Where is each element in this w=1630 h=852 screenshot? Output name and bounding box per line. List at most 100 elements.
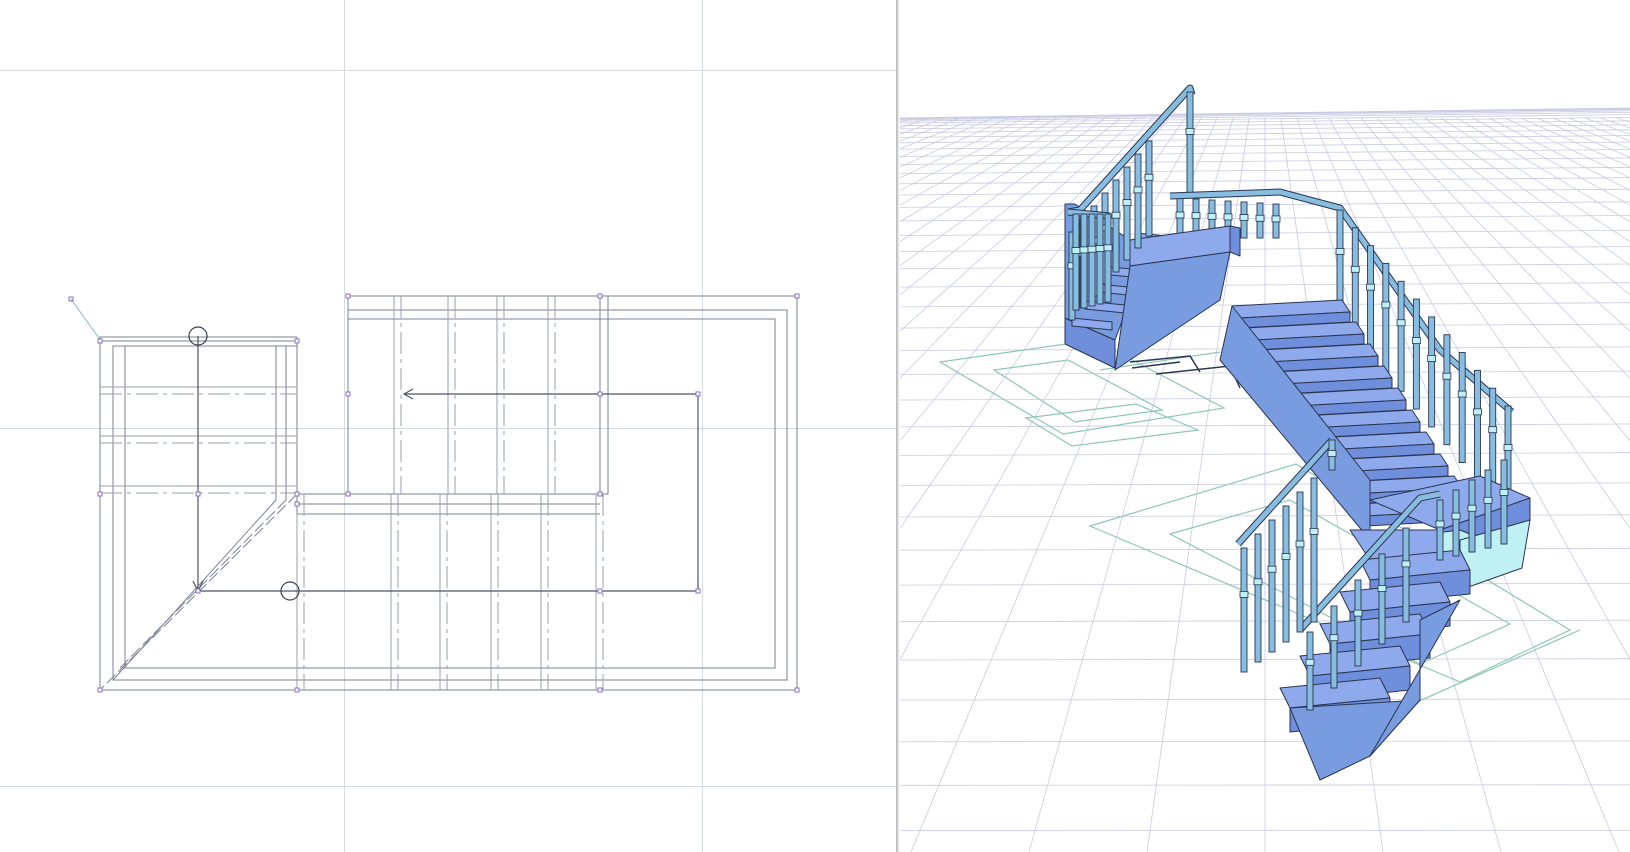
baluster-collar xyxy=(1411,337,1421,344)
vertex-handle[interactable] xyxy=(695,588,701,594)
baluster-collar xyxy=(1327,450,1337,457)
vertex-handle[interactable] xyxy=(597,391,603,397)
vertex-handle[interactable] xyxy=(195,588,201,594)
baluster-collar xyxy=(1144,173,1154,181)
baluster xyxy=(1468,479,1476,553)
grid-line xyxy=(900,109,1630,120)
baluster xyxy=(1240,547,1248,673)
vertex-handle[interactable] xyxy=(294,687,300,693)
baluster-collar xyxy=(1111,211,1121,219)
baluster xyxy=(1123,166,1131,261)
baluster-collar xyxy=(1451,512,1461,520)
treads-upper xyxy=(393,296,556,494)
baluster xyxy=(1428,316,1436,428)
baluster xyxy=(1367,245,1374,357)
baluster xyxy=(1310,477,1318,623)
vertex-handle[interactable] xyxy=(597,491,603,497)
baluster xyxy=(1452,489,1460,557)
baluster xyxy=(1500,459,1508,545)
baluster-collar xyxy=(1267,565,1277,573)
baluster-collar xyxy=(1305,658,1315,666)
baluster-collar xyxy=(1366,283,1375,291)
baluster xyxy=(1458,352,1466,463)
grid-line xyxy=(1552,117,1630,150)
baluster-collar xyxy=(1239,214,1249,222)
baluster-collar xyxy=(1442,372,1452,380)
baluster-collar xyxy=(1185,127,1195,135)
baluster xyxy=(1443,334,1451,446)
grid-line xyxy=(1616,117,1630,123)
baluster xyxy=(1186,91,1194,197)
view3d-canvas[interactable] xyxy=(900,0,1630,852)
vertex-handle[interactable] xyxy=(597,687,603,693)
vertex-handle[interactable] xyxy=(294,338,300,344)
baluster xyxy=(1268,519,1276,653)
baluster xyxy=(1296,491,1304,633)
vertex-handle[interactable] xyxy=(695,391,701,397)
treads-lower xyxy=(296,494,604,690)
vertex-handle[interactable] xyxy=(345,293,351,299)
baluster xyxy=(1378,553,1386,645)
grid-line xyxy=(1520,117,1630,168)
baluster xyxy=(1254,533,1262,663)
baluster-collar xyxy=(1079,246,1089,254)
plan-canvas[interactable] xyxy=(0,0,896,852)
view3d-viewport[interactable] xyxy=(900,0,1630,852)
baluster-collar xyxy=(1295,540,1305,548)
baluster-collar xyxy=(1350,265,1360,273)
vertex-handle[interactable] xyxy=(195,491,201,497)
baluster xyxy=(1080,213,1088,309)
vertex-handle[interactable] xyxy=(97,491,103,497)
baluster-collar xyxy=(1335,248,1345,255)
plan-viewport[interactable] xyxy=(0,0,896,852)
baluster-collar xyxy=(1309,528,1319,535)
baluster-collar xyxy=(1435,520,1445,528)
baluster-collar xyxy=(1103,244,1113,252)
baluster xyxy=(1484,469,1492,549)
vertex-handle[interactable] xyxy=(97,338,103,344)
baluster-collar xyxy=(1467,504,1477,512)
baluster xyxy=(1145,140,1153,237)
baluster xyxy=(1282,505,1290,643)
baluster xyxy=(1412,298,1420,410)
baluster-collar xyxy=(1457,390,1467,398)
baluster-collar xyxy=(1223,213,1233,221)
baluster xyxy=(1088,213,1096,307)
leader-line xyxy=(70,298,102,342)
vertex-handle[interactable] xyxy=(294,491,300,497)
baluster xyxy=(1354,579,1362,667)
baluster-collar xyxy=(1401,560,1411,568)
vertex-handle[interactable] xyxy=(345,391,351,397)
baluster xyxy=(1382,263,1390,374)
baluster xyxy=(1474,369,1481,481)
baluster xyxy=(1402,527,1410,623)
vertex-handle[interactable] xyxy=(294,501,300,507)
vertex-handle[interactable] xyxy=(597,293,603,299)
baluster-collar xyxy=(1271,215,1281,223)
vertex-handle[interactable] xyxy=(97,687,103,693)
baluster xyxy=(1397,280,1405,392)
baluster xyxy=(1330,605,1338,689)
baluster-collar xyxy=(1133,186,1143,194)
baluster-collar xyxy=(1427,355,1437,362)
walkline[interactable] xyxy=(192,336,699,593)
baluster-collar xyxy=(1071,247,1081,255)
baluster-collar xyxy=(1175,211,1185,219)
baluster-collar xyxy=(1253,578,1263,586)
vertex-handle[interactable] xyxy=(345,491,351,497)
baluster-collar xyxy=(1499,488,1509,496)
baluster-collar xyxy=(1207,212,1217,220)
grid-line xyxy=(1600,117,1630,129)
baluster-collar xyxy=(1396,319,1406,327)
baluster-collar xyxy=(1381,301,1391,309)
outline-right-flight xyxy=(297,295,798,691)
vertex-handle[interactable] xyxy=(597,588,603,594)
baluster-collar xyxy=(1353,609,1363,617)
vertex-handle[interactable] xyxy=(794,687,800,693)
baluster xyxy=(1306,631,1314,711)
vertex-handle[interactable] xyxy=(794,293,800,299)
grid-line xyxy=(1584,117,1630,135)
baluster xyxy=(1351,227,1359,339)
baluster-collar xyxy=(1281,553,1291,560)
floor-grid xyxy=(900,107,1630,852)
